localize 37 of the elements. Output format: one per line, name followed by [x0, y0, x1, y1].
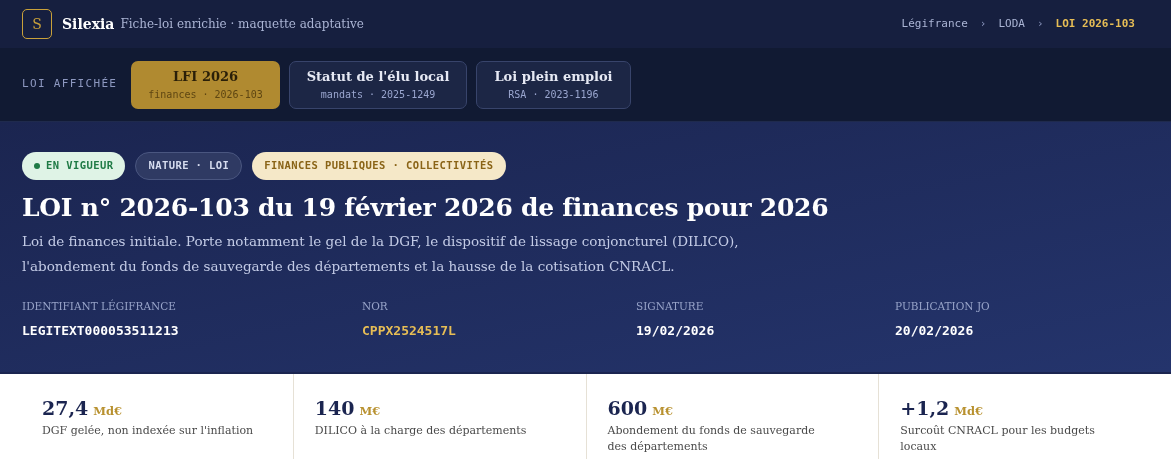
stat-value: 600 [607, 396, 648, 421]
law-tab[interactable]: Statut de l'élu local mandats · 2025-1249 [288, 60, 468, 109]
breadcrumb-link[interactable]: LODA [998, 15, 1025, 33]
law-tab[interactable]: Loi plein emploi RSA · 2023-1196 [476, 60, 631, 109]
law-tab[interactable]: LFI 2026 finances · 2026-103 [131, 60, 280, 109]
stat-value: 27,4 [42, 396, 89, 421]
stat-value: 140 [314, 396, 355, 421]
stat-caption: DGF gelée, non indexée sur l'inflation [42, 422, 255, 439]
brand-name: Silexia [62, 14, 115, 34]
status-badge: EN VIGUEUR [22, 152, 126, 180]
meta-value: 19/02/2026 [636, 321, 716, 340]
meta-label: SIGNATURE [636, 299, 705, 314]
law-summary: Loi de finances initiale. Porte notamment le gel de la DGF, le dispositif de lissage conjoncturel (DILICO), l'abondement du fonds de sauvegarde des départements et la hausse de la cotisation CNRACL. [22, 232, 740, 276]
meta-label: IDENTIFIANT LÉGIFRANCE [22, 299, 177, 314]
meta-label: PUBLICATION JO [895, 299, 991, 314]
stat-unit: M€ [359, 403, 381, 420]
law-title: LOI n° 2026-103 du 19 février 2026 de finances pour 2026 [22, 192, 830, 224]
breadcrumb-link[interactable]: Légifrance [901, 15, 968, 33]
stat-caption: DILICO à la charge des départements [314, 422, 528, 439]
stat-unit: Md€ [954, 403, 983, 420]
logo: S [22, 9, 52, 39]
meta-label: NOR [362, 299, 389, 314]
breadcrumb-separator: › [979, 15, 987, 32]
stat-unit: Md€ [93, 403, 123, 420]
stat-unit: M€ [652, 403, 673, 420]
stat-caption: Surcoût CNRACL pour les budgets locaux [900, 422, 1096, 455]
breadcrumb-separator: › [1036, 15, 1044, 32]
breadcrumb-link[interactable]: LOI 2026-103 [1055, 15, 1135, 33]
stat-caption: Abondement du fonds de sauvegarde des départements [607, 422, 816, 455]
meta-value: 20/02/2026 [895, 321, 975, 340]
meta-value: LEGITEXT000053511213 [22, 321, 180, 340]
meta-value: CPPX2524517L [362, 321, 457, 340]
status-badge: NATURE · LOI [135, 152, 243, 180]
status-badge: FINANCES PUBLIQUES · COLLECTIVITÉS [252, 152, 506, 180]
picker-label: LOI AFFICHÉE [22, 76, 118, 93]
stat-value: +1,2 [900, 396, 950, 421]
tagline: Fiche-loi enrichie · maquette adaptative [120, 16, 364, 33]
